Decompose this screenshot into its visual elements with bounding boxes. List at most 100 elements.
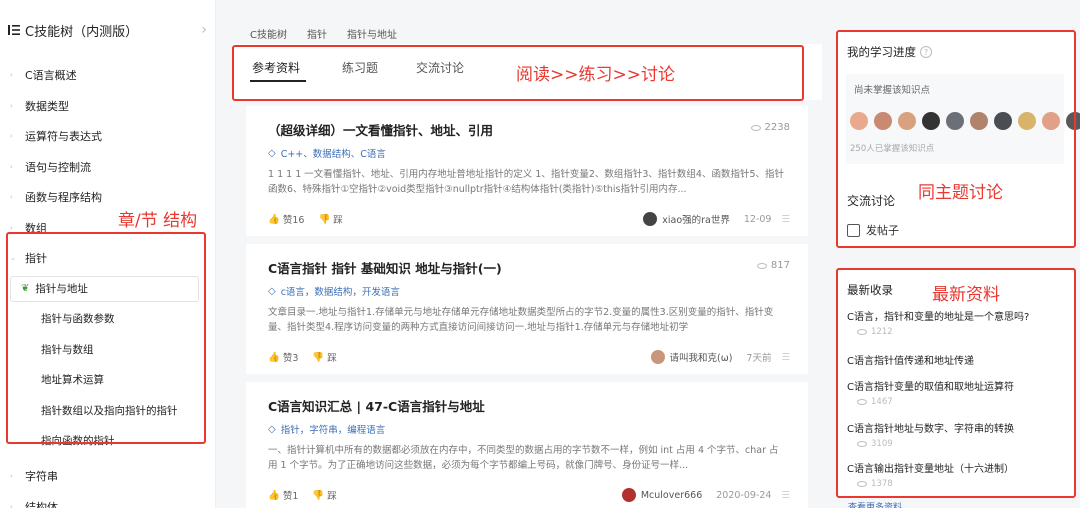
latest-item-title[interactable]: C语言输出指针变量地址（十六进制） — [847, 460, 1068, 475]
latest-item[interactable]: C语言指针地址与数字、字符串的转换 3109 — [847, 420, 1068, 449]
learner-avatar[interactable] — [874, 112, 892, 130]
latest-item-title[interactable]: C语言指针地址与数字、字符串的转换 — [847, 420, 1068, 435]
views-count: 1378 — [871, 479, 893, 489]
sidebar-subitem[interactable]: 指向函数的指针 — [0, 426, 215, 457]
author-name[interactable]: xiao强的ra世界 — [662, 212, 730, 226]
dislike-button[interactable]: 👎 踩 — [312, 350, 336, 365]
tab-discussion[interactable]: 交流讨论 — [416, 59, 464, 76]
article-desc: 1 1 1 1 一文看懂指针、地址、引用内存地址普地址指针的定义 1、指针变量2… — [268, 169, 784, 195]
like-count: 赞3 — [282, 353, 299, 364]
active-tab-indicator — [250, 80, 306, 82]
learner-avatar[interactable] — [1066, 112, 1080, 130]
post-button[interactable]: 发帖子 — [847, 222, 899, 238]
views-count: 2238 — [764, 122, 790, 133]
like-count: 赞16 — [282, 215, 305, 226]
author-name[interactable]: Mculover666 — [641, 490, 702, 501]
learner-avatar[interactable] — [970, 112, 988, 130]
sidebar-item-label: 数组 — [25, 221, 47, 235]
sidebar-item[interactable]: › 运算符与表达式 — [0, 121, 215, 152]
sidebar-item-label: 函数与程序结构 — [25, 191, 102, 205]
breadcrumb-item[interactable]: 指针与地址 — [347, 26, 397, 41]
learner-avatar[interactable] — [850, 112, 868, 130]
sidebar-item-pointer[interactable]: ⌄ 指针 — [0, 243, 215, 274]
dislike-label: 踩 — [333, 215, 343, 226]
tags-text[interactable]: c语言，数据结构，开发语言 — [281, 284, 400, 298]
sidebar-subitem[interactable]: 指针与函数参数 — [0, 304, 215, 335]
sidebar-item[interactable]: › 字符串 — [0, 461, 215, 492]
avatar[interactable] — [621, 488, 636, 502]
latest-item-title[interactable]: C语言指针变量的取值和取地址运算符 — [847, 378, 1068, 393]
latest-item[interactable]: C语言输出指针变量地址（十六进制） 1378 — [847, 460, 1068, 489]
collapse-icon[interactable]: › — [201, 22, 207, 38]
latest-item[interactable]: C语言，指针和变量的地址是一个意思吗? 1212 — [847, 308, 1068, 337]
sidebar-item[interactable]: › 结构体 — [0, 492, 215, 508]
article-title[interactable]: C语言知识汇总 | 47-C语言指针与地址 — [268, 396, 786, 415]
sidebar-subitem[interactable]: 指针与数组 — [0, 334, 215, 365]
dislike-button[interactable]: 👎 踩 — [312, 488, 336, 503]
caret-down-icon: ⌄ — [10, 254, 16, 263]
latest-item-views: 3109 — [847, 439, 1068, 449]
mastered-text: 250人已掌握该知识点 — [850, 144, 935, 154]
latest-item-title[interactable]: C语言指针值传递和地址传递 — [847, 352, 1068, 367]
tags-text[interactable]: 指针，字符串，编程语言 — [281, 422, 386, 436]
learner-avatar[interactable] — [1042, 112, 1060, 130]
more-icon[interactable]: ☰ — [781, 352, 790, 363]
article-title[interactable]: C语言指针 指针 基础知识 地址与指针(一) — [268, 258, 786, 277]
article-date: 2020-09-24 — [716, 489, 772, 501]
tabs-annotation-label: 阅读>>练习>>讨论 — [516, 65, 675, 85]
caret-right-icon: › — [10, 162, 13, 171]
thumbs-up-icon: 👍 — [268, 213, 280, 225]
article-title[interactable]: （超级详细）一文看懂指针、地址、引用 — [268, 120, 786, 139]
breadcrumb-item[interactable]: C技能树 — [250, 26, 287, 41]
like-count: 赞1 — [282, 491, 299, 502]
sidebar-subitem-active[interactable]: ❦ 指针与地址 — [10, 275, 199, 302]
thumbs-down-icon: 👎 — [318, 213, 331, 225]
sidebar-item[interactable]: › 数据类型 — [0, 91, 215, 122]
learner-avatar[interactable] — [922, 112, 940, 130]
more-link[interactable]: 查看更多资料 — [848, 500, 902, 508]
dislike-button[interactable]: 👎 踩 — [318, 212, 343, 227]
like-button[interactable]: 👍 赞1 — [268, 488, 299, 503]
article-footer: 👍 赞1 👎 踩 Mculover666 2020-09-24 ☰ — [268, 488, 790, 502]
author-name[interactable]: 请叫我和克(ω) — [670, 350, 733, 364]
skill-tree-sidebar: C技能树（内测版） › › C语言概述 › 数据类型 › 运算符与表达式 › 语句与控制… — [0, 0, 216, 508]
breadcrumb-item[interactable]: 指针 — [307, 26, 327, 41]
sidebar-subitem-label: 指针与地址 — [35, 283, 88, 295]
more-icon[interactable]: ☰ — [781, 214, 790, 225]
article-list: （超级详细）一文看懂指针、地址、引用 2238 ◇ C++、数据结构、C语言 1 … — [246, 106, 808, 508]
help-icon[interactable]: ? — [920, 46, 932, 58]
latest-item-title[interactable]: C语言，指针和变量的地址是一个意思吗? — [847, 308, 1068, 323]
more-icon[interactable]: ☰ — [781, 490, 790, 501]
tab-references[interactable]: 参考资料 — [252, 59, 300, 76]
like-button[interactable]: 👍 赞16 — [268, 212, 305, 227]
avatar[interactable] — [650, 350, 665, 364]
learner-avatar[interactable] — [994, 112, 1012, 130]
leaf-icon: ❦ — [21, 283, 30, 294]
latest-item-views: 1467 — [847, 397, 1068, 407]
sidebar-subitem[interactable]: 地址算术运算 — [0, 365, 215, 396]
article-card[interactable]: C语言指针 指针 基础知识 地址与指针(一) 817 ◇ c语言，数据结构，开发语… — [246, 244, 808, 374]
tab-exercises[interactable]: 练习题 — [342, 59, 378, 76]
avatar[interactable] — [643, 212, 658, 226]
sidebar-item[interactable]: › C语言概述 — [0, 60, 215, 91]
edit-icon — [847, 223, 860, 237]
sidebar-subitem[interactable]: 指针数组以及指向指针的指针 — [0, 395, 215, 426]
article-footer: 👍 赞16 👎 踩 xiao强的ra世界 12-09 ☰ — [268, 212, 790, 226]
learner-avatar[interactable] — [1018, 112, 1036, 130]
sidebar-item[interactable]: › 语句与控制流 — [0, 152, 215, 183]
learner-avatar[interactable] — [898, 112, 916, 130]
latest-item[interactable]: C语言指针值传递和地址传递 — [847, 352, 1068, 367]
learner-avatar[interactable] — [946, 112, 964, 130]
sidebar-item-label: 结构体 — [25, 500, 58, 508]
tags-text[interactable]: C++、数据结构、C语言 — [281, 146, 386, 160]
list-icon — [8, 25, 20, 35]
eye-icon — [857, 441, 867, 447]
article-tags: ◇ c语言，数据结构，开发语言 — [268, 284, 786, 299]
article-card[interactable]: C语言知识汇总 | 47-C语言指针与地址 ◇ 指针，字符串，编程语言 一、指针计… — [246, 382, 808, 508]
article-card[interactable]: （超级详细）一文看懂指针、地址、引用 2238 ◇ C++、数据结构、C语言 1 … — [246, 106, 808, 236]
right-panel: 我的学习进度? 尚未掌握该知识点 250人已掌握该知识点 交流讨论 发帖子 最新… — [836, 0, 1080, 508]
caret-right-icon: › — [10, 502, 13, 508]
eye-icon — [857, 481, 867, 487]
like-button[interactable]: 👍 赞3 — [268, 350, 299, 365]
latest-item[interactable]: C语言指针变量的取值和取地址运算符 1467 — [847, 378, 1068, 407]
